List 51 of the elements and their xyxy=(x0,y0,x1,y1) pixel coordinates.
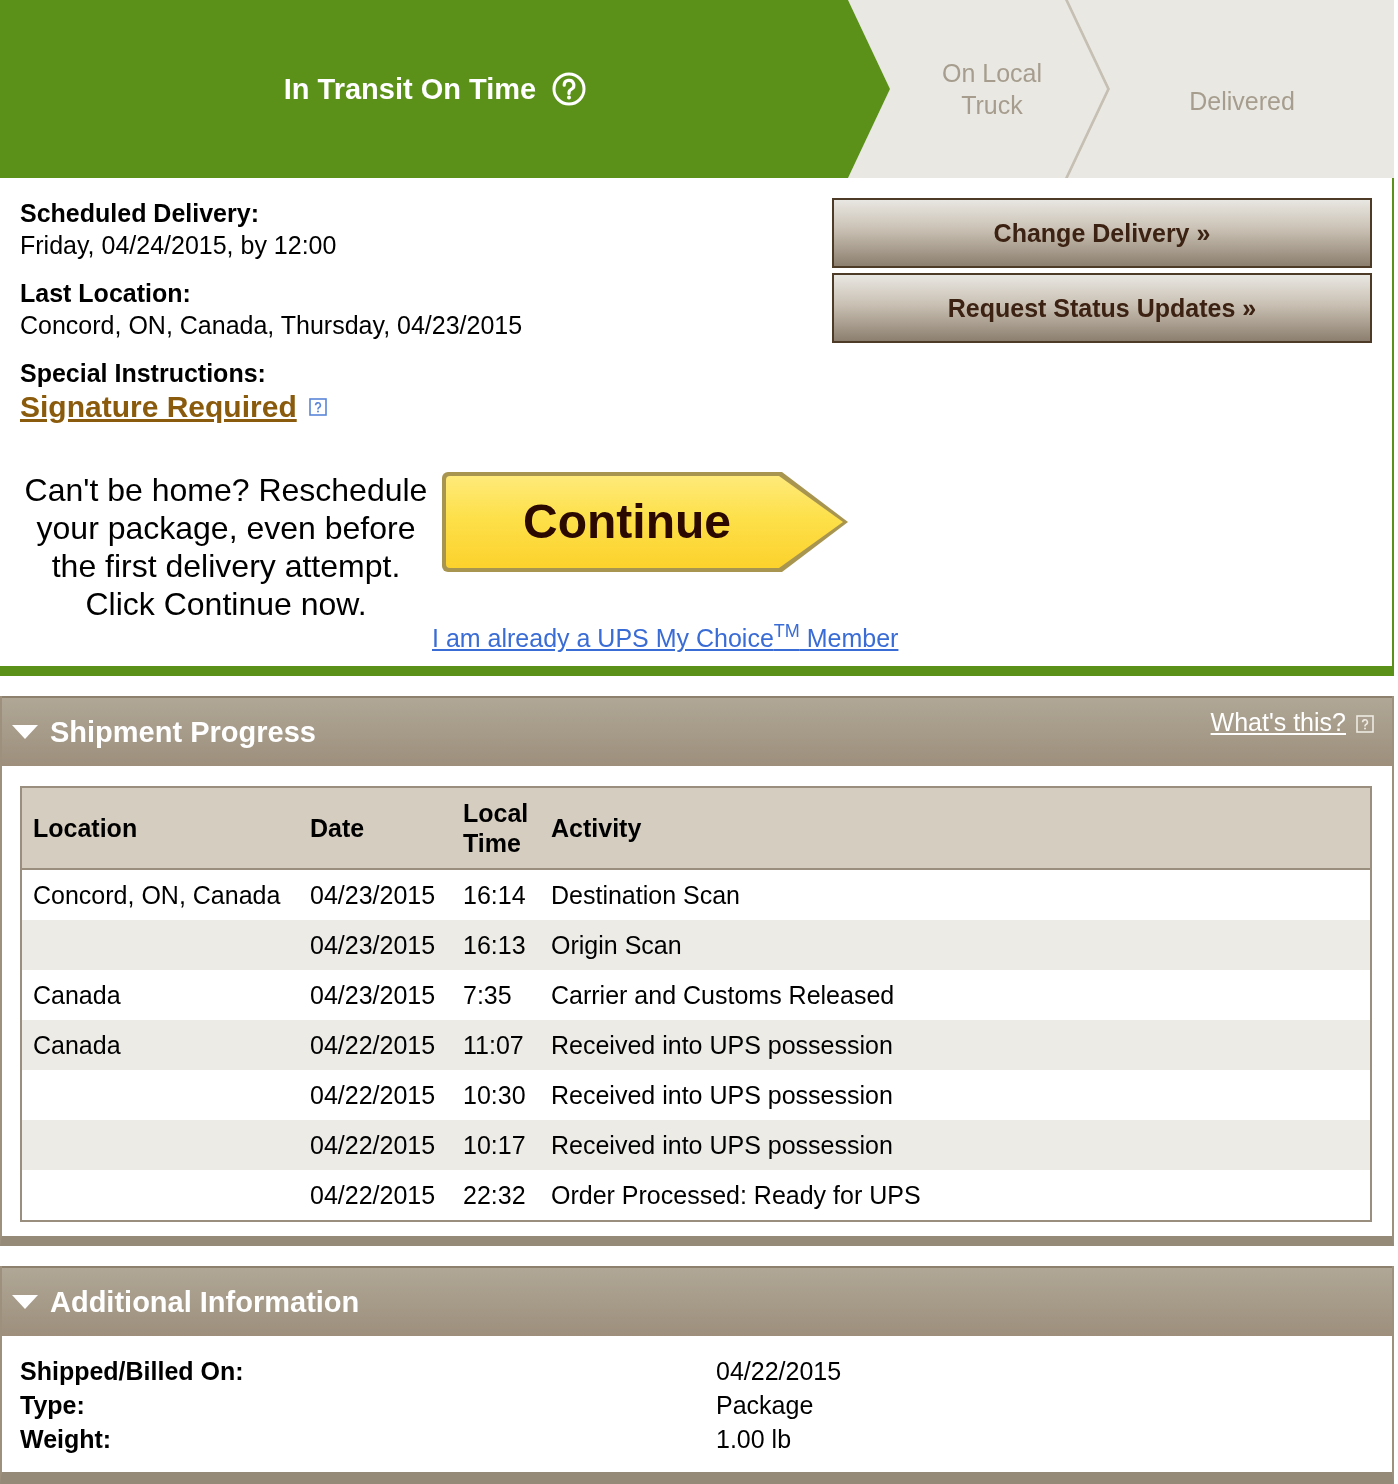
instruction-link[interactable]: Signature Required xyxy=(20,389,297,425)
table-cell-text: Destination Scan xyxy=(550,880,740,910)
column-header: Location xyxy=(32,813,138,843)
field-label: Shipped/Billed On: xyxy=(20,1356,244,1387)
column-header: Date xyxy=(309,813,365,843)
field-value: Friday, 04/24/2015, by 12:00 xyxy=(20,230,337,261)
table-cell-text: 22:32 xyxy=(462,1180,526,1210)
table-cell-text: Canada xyxy=(32,980,121,1010)
member-link[interactable]: I am already a UPS My Choice$^{TM}$ Member xyxy=(432,623,899,653)
table-cell-text: 16:14 xyxy=(462,880,526,910)
table-cell-text: 04/22/2015 xyxy=(309,1130,436,1160)
table-cell-text: Received into UPS possession xyxy=(550,1080,893,1110)
column-header: Activity xyxy=(550,813,642,843)
table-cell-text: Order Processed: Ready for UPS xyxy=(550,1180,921,1210)
step-label: In Transit On Time xyxy=(283,73,537,105)
field-value: 04/22/2015 xyxy=(716,1356,842,1387)
section-title: Additional Information xyxy=(50,1285,360,1319)
table-cell-text: Origin Scan xyxy=(550,930,682,960)
table-cell-text: Canada xyxy=(32,1030,121,1060)
table-cell-text: 7:35 xyxy=(462,980,512,1010)
table-cell-text: 04/22/2015 xyxy=(309,1030,436,1060)
table-cell-text: 04/23/2015 xyxy=(309,930,436,960)
field-label: Weight: xyxy=(20,1424,112,1455)
field-value: Package xyxy=(716,1390,814,1421)
table-cell-text: 04/23/2015 xyxy=(309,980,436,1010)
table-cell-text: 10:30 xyxy=(462,1080,526,1110)
field-label: Special Instructions: xyxy=(20,358,267,389)
table-cell-text: 10:17 xyxy=(462,1130,526,1160)
table-cell-text: Received into UPS possession xyxy=(550,1130,893,1160)
field-label: Type: xyxy=(20,1390,85,1421)
table-cell-text: Carrier and Customs Released xyxy=(550,980,895,1010)
column-header: Local Time xyxy=(462,798,530,858)
table-cell-text: Received into UPS possession xyxy=(550,1030,893,1060)
field-label: Scheduled Delivery: xyxy=(20,198,260,229)
step-label: On Local Truck xyxy=(940,58,1044,121)
table-cell-text: Concord, ON, Canada xyxy=(32,880,281,910)
field-value: Concord, ON, Canada, Thursday, 04/23/2015 xyxy=(20,310,523,341)
table-cell-text: 04/22/2015 xyxy=(309,1180,436,1210)
continue-button[interactable]: Continue xyxy=(442,472,848,572)
field-value: 1.00 lb xyxy=(716,1424,792,1455)
table-cell-text: 16:13 xyxy=(462,930,526,960)
table-cell-text: 04/23/2015 xyxy=(309,880,436,910)
field-label: Last Location: xyxy=(20,278,192,309)
action-button[interactable]: Request Status Updates » xyxy=(832,273,1372,343)
step-label: Delivered xyxy=(1189,86,1295,117)
help-icon[interactable] xyxy=(308,398,327,416)
section-title: Shipment Progress xyxy=(50,715,316,749)
action-button[interactable]: Change Delivery » xyxy=(832,198,1372,268)
table-cell-text: 11:07 xyxy=(462,1030,524,1060)
table-cell-text: 04/22/2015 xyxy=(309,1080,436,1110)
reschedule-message: Can't be home? Reschedule your package, even before the first delivery attempt. Click Continue now. xyxy=(23,471,429,623)
